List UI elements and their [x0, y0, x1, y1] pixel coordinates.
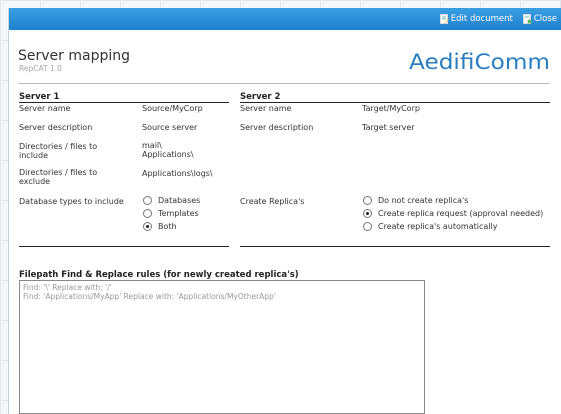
server1-include-value-2: Applications\ — [142, 150, 194, 159]
replica-request-label: Create replica request (approval needed) — [378, 209, 544, 218]
replica-none-radio[interactable]: Do not create replica's — [363, 196, 468, 205]
replica-none-label: Do not create replica's — [378, 196, 469, 205]
server1-exclude-value: Applications\logs\ — [142, 169, 213, 178]
rule-line-2: Find: 'Applications/MyApp' Replace with:… — [23, 292, 276, 301]
replica-automatic-label: Create replica's automatically — [378, 222, 498, 231]
rule-line-1: Find: '\' Replace with: '/' — [23, 283, 112, 292]
server1-include-label: Directories / files to include — [19, 142, 98, 160]
rules-heading: Filepath Find & Replace rules (for newly… — [19, 270, 299, 280]
radio-circle-selected — [143, 222, 152, 231]
company-logo: AedifiComm — [409, 48, 552, 77]
radio-circle — [363, 222, 372, 231]
server2-description-label: Server description — [240, 123, 314, 132]
server2-replica-label: Create Replica's — [240, 197, 305, 206]
dbtype-databases-label: Databases — [158, 196, 201, 205]
server2-name-value: Target/MyCorp — [362, 104, 420, 113]
replica-request-radio[interactable]: Create replica request (approval needed) — [363, 209, 543, 218]
header-divider — [18, 83, 550, 84]
server1-exclude-label: Directories / files to exclude — [19, 168, 98, 186]
server1-include-value-1: mail\ — [142, 141, 162, 150]
dbtype-databases-radio[interactable]: Databases — [143, 196, 200, 205]
server1-divider — [19, 102, 229, 103]
server1-name-value: Source/MyCorp — [142, 104, 203, 113]
dbtype-both-radio[interactable]: Both — [143, 222, 177, 231]
toolbar: Edit document Close — [9, 8, 561, 30]
document-window: Edit document Close Server mapping RepCA… — [8, 8, 561, 414]
server1-heading: Server 1 — [19, 92, 60, 102]
server2-heading: Server 2 — [240, 92, 281, 102]
server1-dbtypes-label: Database types to include — [19, 197, 124, 206]
server2-divider — [240, 102, 550, 103]
page-subtitle: RepCAT 1.0 — [19, 64, 62, 73]
server2-bottom-divider — [240, 246, 550, 247]
page-title: Server mapping — [18, 48, 130, 64]
close-button[interactable]: Close — [522, 14, 557, 24]
edit-document-label: Edit document — [450, 14, 513, 24]
server1-bottom-divider — [19, 246, 229, 247]
dbtype-both-label: Both — [158, 222, 177, 231]
dbtype-templates-label: Templates — [158, 209, 199, 218]
server1-description-label: Server description — [19, 123, 93, 132]
company-logo-text: AedifiComm — [409, 50, 550, 74]
edit-document-icon — [439, 14, 449, 24]
server2-name-label: Server name — [240, 104, 292, 113]
replica-automatic-radio[interactable]: Create replica's automatically — [363, 222, 497, 231]
edit-document-button[interactable]: Edit document — [439, 14, 513, 24]
server1-name-label: Server name — [19, 104, 71, 113]
radio-circle-selected — [363, 209, 372, 218]
server1-description-value: Source server — [142, 123, 198, 132]
radio-circle — [363, 196, 372, 205]
radio-circle — [143, 209, 152, 218]
rules-textarea[interactable]: Find: '\' Replace with: '/' Find: 'Appli… — [19, 280, 425, 414]
radio-circle — [143, 196, 152, 205]
dbtype-templates-radio[interactable]: Templates — [143, 209, 199, 218]
close-label: Close — [533, 14, 557, 24]
server2-description-value: Target server — [362, 123, 415, 132]
close-document-icon — [522, 14, 532, 24]
